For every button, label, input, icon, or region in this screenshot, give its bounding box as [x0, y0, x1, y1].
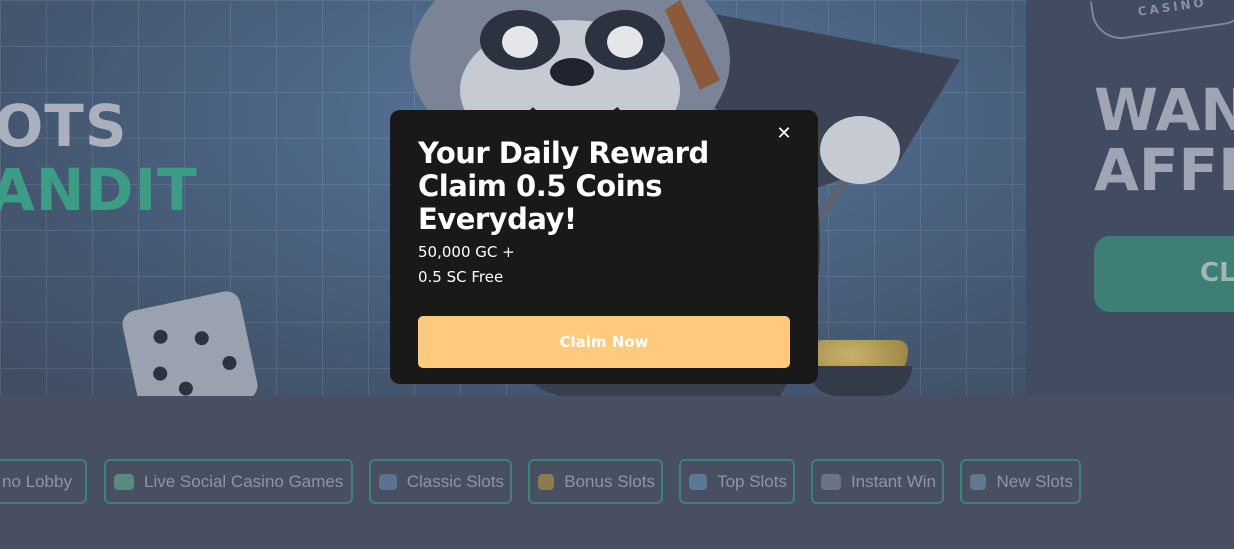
claim-now-button[interactable]: Claim Now [418, 316, 790, 368]
reward-details: 50,000 GC + 0.5 SC Free [418, 240, 515, 290]
modal-title: Your Daily Reward Claim 0.5 Coins Everyd… [418, 136, 709, 236]
reward-gold-coins: 50,000 GC + [418, 243, 515, 261]
daily-reward-modal: ✕ Your Daily Reward Claim 0.5 Coins Ever… [390, 110, 818, 384]
close-icon[interactable]: ✕ [772, 122, 796, 146]
reward-sweeps-coins: 0.5 SC Free [418, 268, 504, 286]
